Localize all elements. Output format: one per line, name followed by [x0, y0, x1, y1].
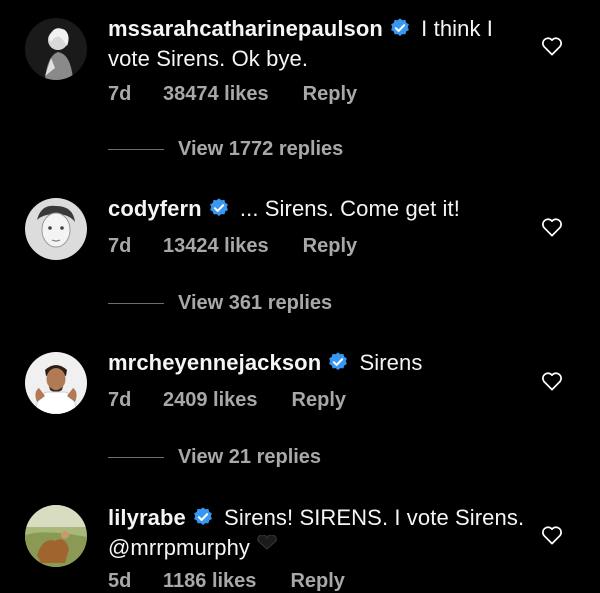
comment-time: 7d: [108, 235, 132, 257]
replies-divider: [108, 303, 164, 304]
comment-meta: 7d 2409 likes Reply: [108, 389, 346, 412]
comment-body: ... Sirens. Come get it!: [233, 196, 460, 221]
black-heart-emoji-icon: [257, 534, 277, 550]
avatar[interactable]: [25, 352, 87, 414]
avatar[interactable]: [25, 18, 87, 80]
username[interactable]: mrcheyennejackson: [108, 350, 321, 375]
view-replies-button[interactable]: View 21 replies: [108, 446, 321, 470]
comment-text: mrcheyennejackson Sirens: [108, 348, 528, 378]
username[interactable]: codyfern: [108, 196, 202, 221]
username[interactable]: mssarahcatharinepaulson: [108, 16, 383, 41]
comment-text: lilyrabe Sirens! SIRENS. I vote Sirens. …: [108, 503, 528, 563]
comment-time: 7d: [108, 389, 132, 411]
reply-button[interactable]: Reply: [303, 235, 357, 258]
verified-badge-icon: [329, 352, 348, 370]
verified-badge-icon: [193, 507, 212, 525]
view-replies-label: View 361 replies: [178, 292, 333, 314]
likes-count[interactable]: 13424 likes: [163, 235, 269, 258]
reply-button[interactable]: Reply: [290, 570, 344, 593]
comment-time: 5d: [108, 570, 132, 592]
comment-meta: 7d 13424 likes Reply: [108, 235, 357, 258]
heart-outline-icon[interactable]: [541, 217, 563, 237]
likes-count[interactable]: 38474 likes: [163, 83, 269, 106]
view-replies-label: View 1772 replies: [178, 138, 344, 160]
heart-outline-icon[interactable]: [541, 36, 563, 56]
view-replies-label: View 21 replies: [178, 446, 322, 468]
likes-count[interactable]: 1186 likes: [163, 570, 256, 593]
view-replies-button[interactable]: View 361 replies: [108, 292, 332, 316]
comment-meta: 7d 38474 likes Reply: [108, 83, 357, 106]
comment-time: 7d: [108, 83, 132, 105]
reply-button[interactable]: Reply: [303, 83, 357, 106]
verified-badge-icon: [391, 18, 409, 36]
comment-meta: 5d 1186 likes Reply: [108, 570, 345, 593]
replies-divider: [108, 149, 164, 150]
avatar[interactable]: [25, 505, 87, 567]
comment-text: mssarahcatharinepaulson I think I vote S…: [108, 14, 528, 74]
heart-outline-icon[interactable]: [541, 371, 563, 391]
likes-count[interactable]: 2409 likes: [163, 389, 258, 412]
avatar[interactable]: [25, 198, 87, 260]
reply-button[interactable]: Reply: [292, 389, 346, 412]
heart-outline-icon[interactable]: [541, 525, 563, 545]
replies-divider: [108, 457, 164, 458]
comment-text: codyfern ... Sirens. Come get it!: [108, 194, 528, 224]
username[interactable]: lilyrabe: [108, 505, 186, 530]
verified-badge-icon: [209, 198, 228, 216]
comment-body: Sirens: [353, 350, 423, 375]
view-replies-button[interactable]: View 1772 replies: [108, 138, 343, 162]
